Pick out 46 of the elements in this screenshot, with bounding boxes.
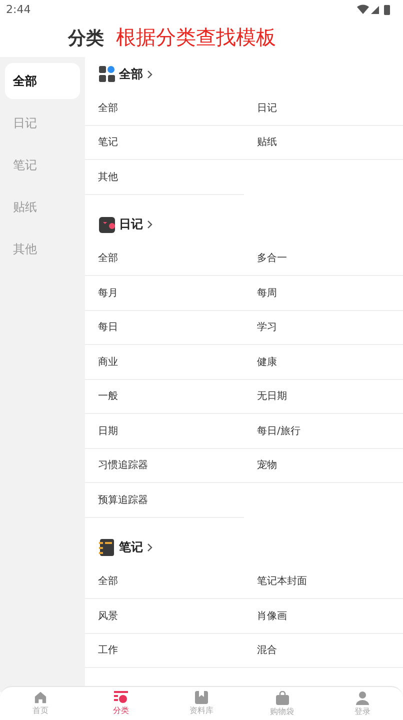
notebook-icon <box>99 539 115 556</box>
category-option[interactable]: 宠物 <box>244 448 403 483</box>
page-subtitle: 根据分类查找模板 <box>116 24 276 51</box>
apps-icon <box>99 66 115 82</box>
category-option[interactable]: 笔记本封面 <box>244 564 403 599</box>
category-option[interactable]: 每月 <box>85 276 244 310</box>
status-icons <box>357 4 391 14</box>
category-option[interactable]: 日期 <box>85 414 244 448</box>
section-title[interactable]: 全部 <box>119 66 143 82</box>
chevron-right-icon <box>147 70 153 78</box>
category-option[interactable]: 全部 <box>85 242 244 276</box>
category-option[interactable]: 其他 <box>85 160 244 194</box>
category-option[interactable]: 多合一 <box>244 242 403 276</box>
category-option[interactable]: 全部 <box>85 91 244 126</box>
category-option[interactable]: 混合 <box>244 634 403 668</box>
category-option[interactable]: 健康 <box>244 345 403 380</box>
chevron-right-icon <box>147 220 153 229</box>
category-option[interactable]: 日记 <box>244 91 403 126</box>
category-option[interactable]: 每日/旅行 <box>244 414 403 448</box>
category-option[interactable]: 每日 <box>85 310 244 345</box>
category-option[interactable]: 每周 <box>244 276 403 310</box>
section-title[interactable]: 日记 <box>119 216 143 233</box>
category-option[interactable]: 工作 <box>85 634 244 668</box>
nav-tab[interactable]: 分类 <box>80 687 162 720</box>
bag-icon <box>276 690 289 704</box>
sidebar-item[interactable]: 全部 <box>5 63 80 99</box>
book-icon <box>194 691 208 704</box>
chevron-right-icon <box>147 543 153 552</box>
category-option[interactable]: 全部 <box>85 564 244 599</box>
home-icon <box>34 691 47 704</box>
diary-icon <box>99 216 115 232</box>
page-title: 分类 <box>68 26 104 50</box>
category-option[interactable]: 预算追踪器 <box>85 483 244 518</box>
category-option[interactable]: 习惯追踪器 <box>85 448 244 483</box>
person-icon <box>356 690 370 704</box>
category-option[interactable]: 贴纸 <box>244 126 403 160</box>
category-icon <box>114 691 128 704</box>
category-option[interactable]: 肖像画 <box>244 599 403 634</box>
category-option[interactable]: 风景 <box>85 599 244 634</box>
category-option[interactable]: 一般 <box>85 380 244 414</box>
section-title[interactable]: 笔记 <box>119 539 143 556</box>
category-option[interactable]: 笔记 <box>85 126 244 160</box>
category-option[interactable]: 学习 <box>244 310 403 345</box>
status-time: 2:44 <box>6 2 31 16</box>
category-option[interactable]: 无日期 <box>244 380 403 414</box>
category-option[interactable]: 商业 <box>85 345 244 380</box>
